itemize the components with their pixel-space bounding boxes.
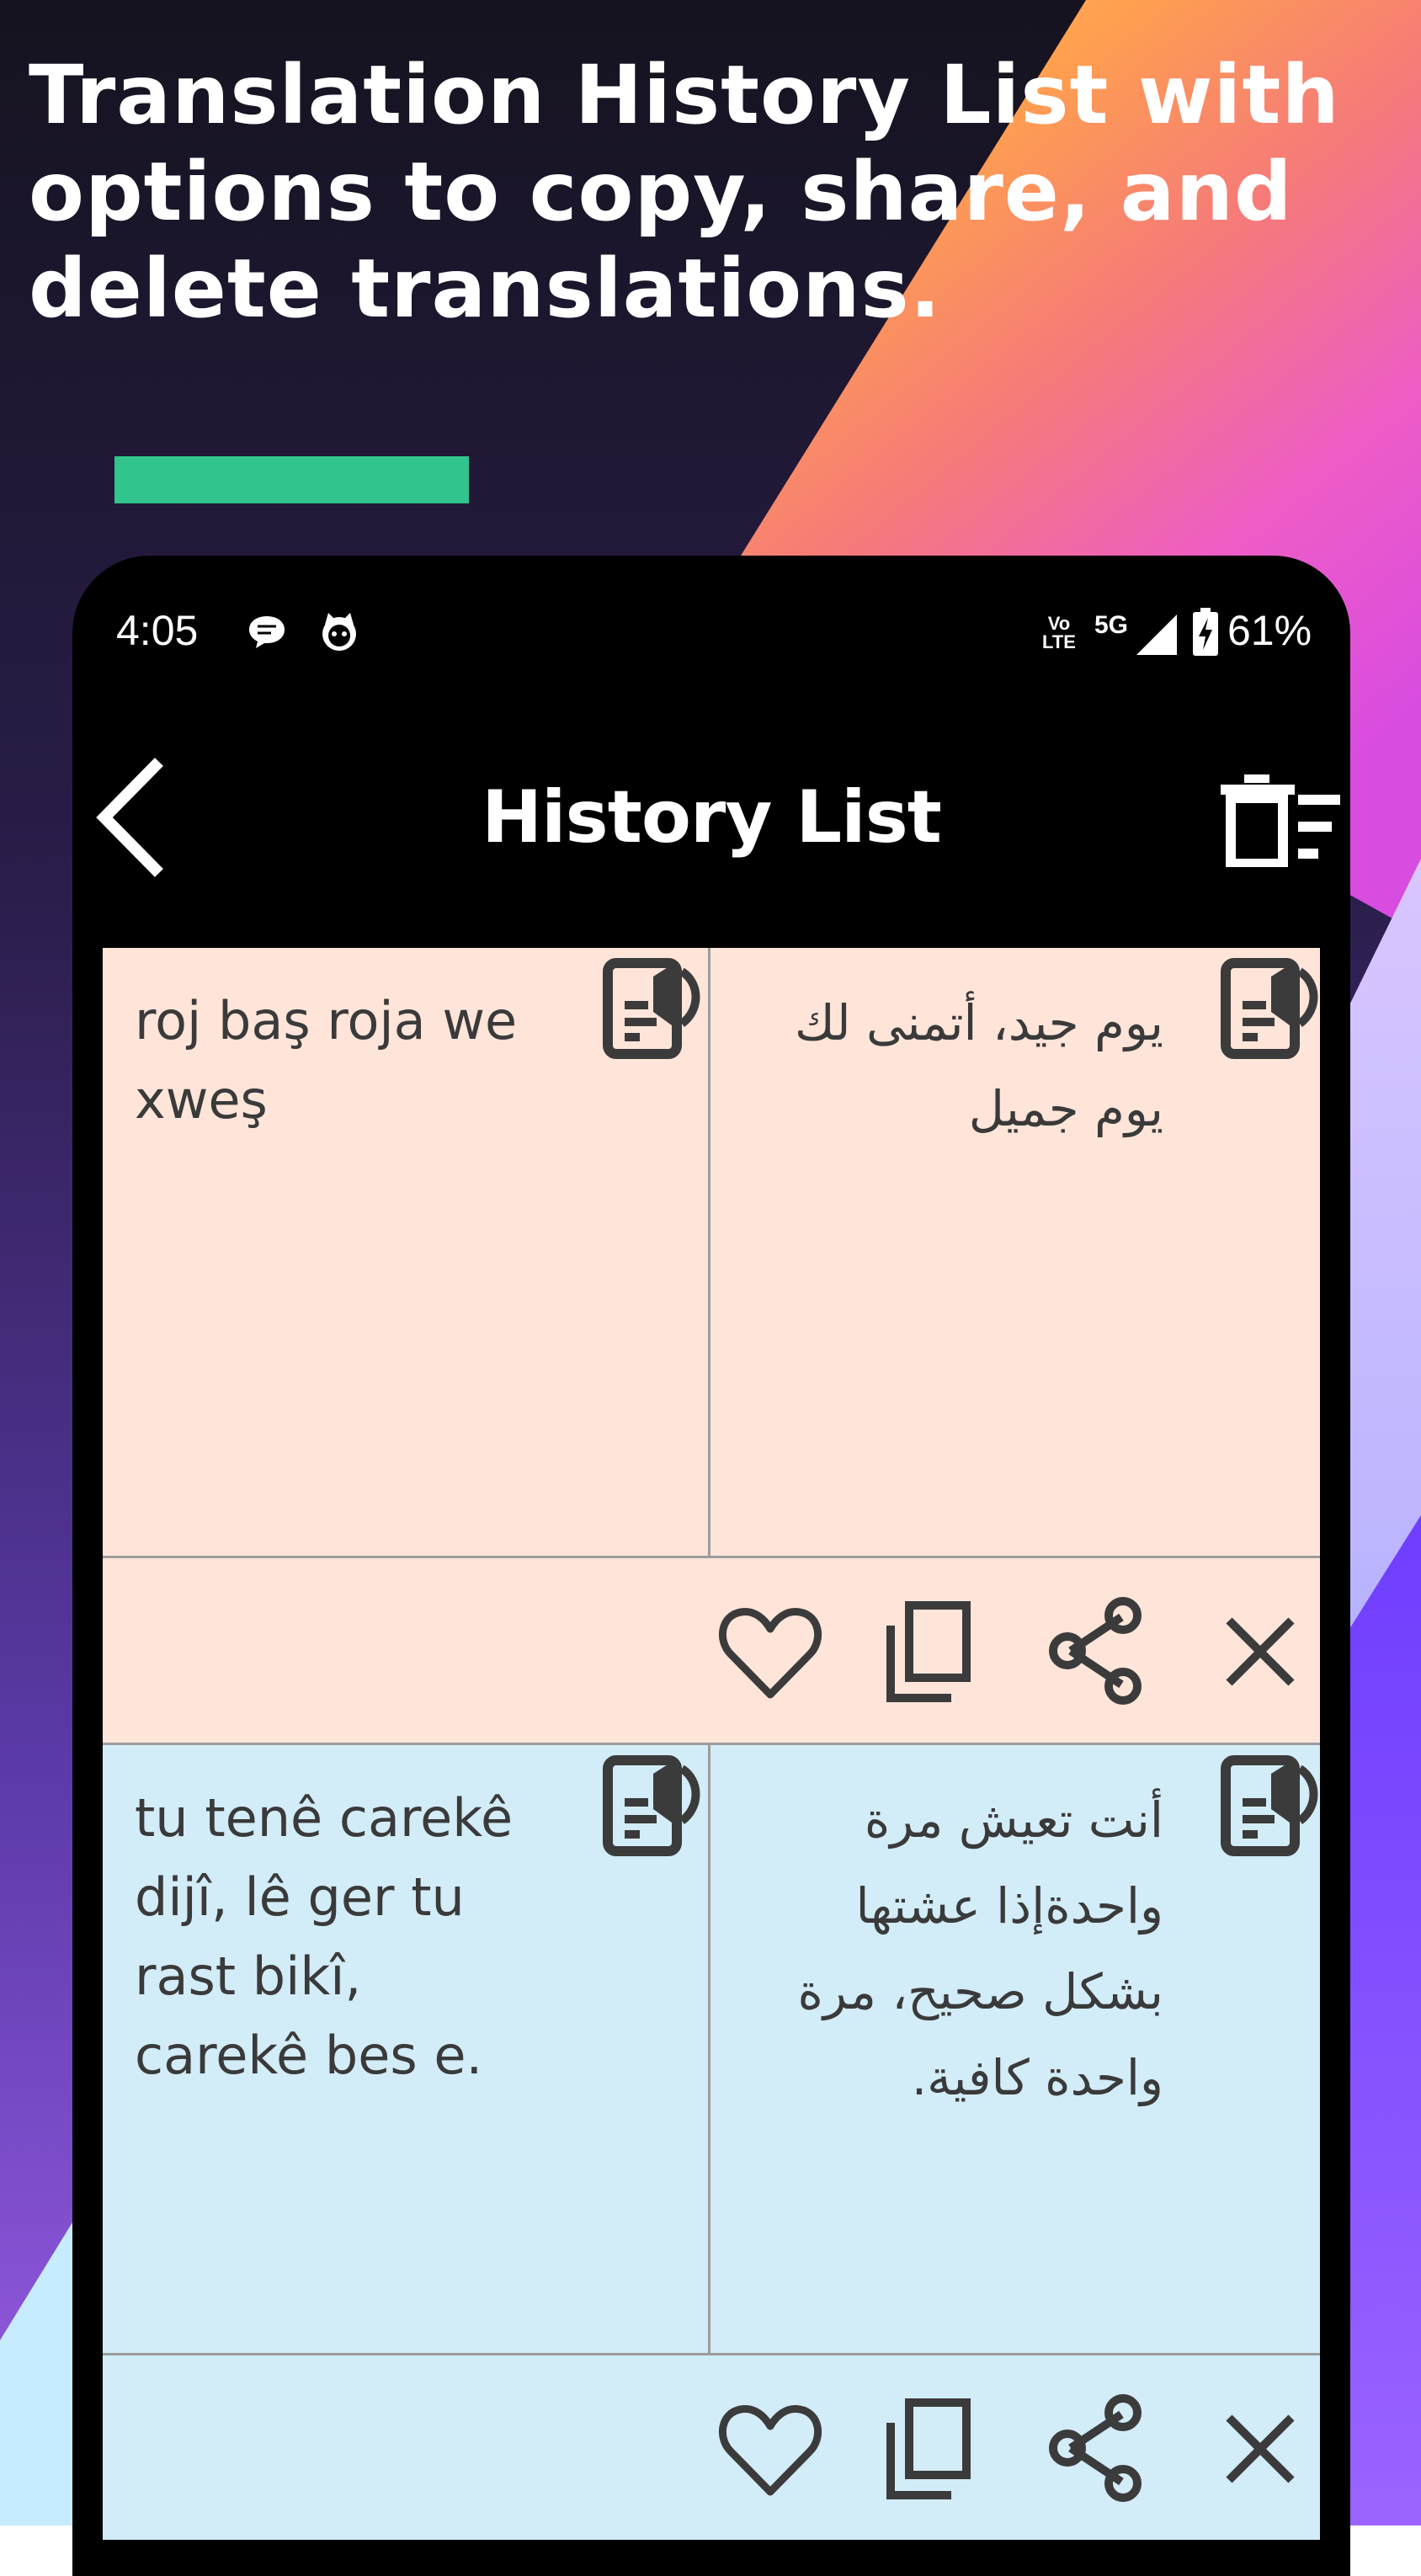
chat-bubble-icon [249, 616, 285, 648]
volte-indicator: Vo LTE [1042, 613, 1076, 652]
history-list: roj baş roja we xweş يوم جيد، أتمنى لك ي… [103, 948, 1320, 2540]
copy-icon[interactable] [879, 1597, 988, 1706]
translation-cell: أنت تعيش مرة واحدةإذا عشتها بشكل صحيح، م… [710, 1745, 1318, 2353]
phone-frame: 4:05 Vo LTE 5G 61% History List roj baş … [72, 556, 1350, 2576]
speak-source-icon[interactable] [601, 1747, 710, 1856]
network-type: 5G [1094, 611, 1129, 639]
share-icon[interactable] [1042, 2394, 1152, 2504]
cat-face-icon [322, 613, 356, 651]
app-bar: History List [72, 707, 1350, 951]
source-cell: roj baş roja we xweş [103, 948, 710, 1556]
copy-icon[interactable] [879, 2394, 988, 2504]
battery-percent: 61% [1227, 607, 1312, 654]
delete-close-icon[interactable] [1205, 1597, 1315, 1706]
speak-translation-icon[interactable] [1219, 950, 1328, 1059]
page-title: History List [482, 775, 942, 860]
share-icon[interactable] [1042, 1597, 1152, 1706]
card-actions [103, 2353, 1320, 2540]
speak-source-icon[interactable] [601, 950, 710, 1059]
accent-bar [114, 456, 469, 503]
translation-cell: يوم جيد، أتمنى لك يوم جميل [710, 948, 1318, 1556]
promo-headline-line-1: Translation History List with [29, 48, 1340, 142]
history-card: roj baş roja we xweş يوم جيد، أتمنى لك ي… [103, 948, 1320, 1743]
translation-text: أنت تعيش مرة واحدةإذا عشتها بشكل صحيح، م… [797, 1791, 1163, 2106]
favorite-heart-icon[interactable] [716, 2394, 825, 2504]
source-text: roj baş roja we xweş [135, 990, 518, 1131]
card-actions [103, 1556, 1320, 1743]
promo-headline-line-2: options to copy, share, and [29, 145, 1293, 239]
translation-text: يوم جيد، أتمنى لك يوم جميل [794, 994, 1163, 1137]
battery-charging-icon [1193, 608, 1218, 656]
promo-headline: Translation History List with options to… [29, 47, 1342, 338]
delete-close-icon[interactable] [1205, 2394, 1315, 2504]
source-text: tu tenê carekê dijî, lê ger tu rast bikî… [135, 1787, 514, 2086]
delete-sweep-icon[interactable] [1217, 774, 1344, 867]
history-card: tu tenê carekê dijî, lê ger tu rast bikî… [103, 1745, 1320, 2540]
speak-translation-icon[interactable] [1219, 1747, 1328, 1856]
status-bar: 4:05 Vo LTE 5G 61% [72, 556, 1350, 707]
signal-strength-icon [1136, 615, 1177, 655]
favorite-heart-icon[interactable] [716, 1597, 825, 1706]
status-time: 4:05 [116, 607, 199, 654]
source-cell: tu tenê carekê dijî, lê ger tu rast bikî… [103, 1745, 710, 2353]
promo-headline-line-3: delete translations. [29, 242, 942, 336]
